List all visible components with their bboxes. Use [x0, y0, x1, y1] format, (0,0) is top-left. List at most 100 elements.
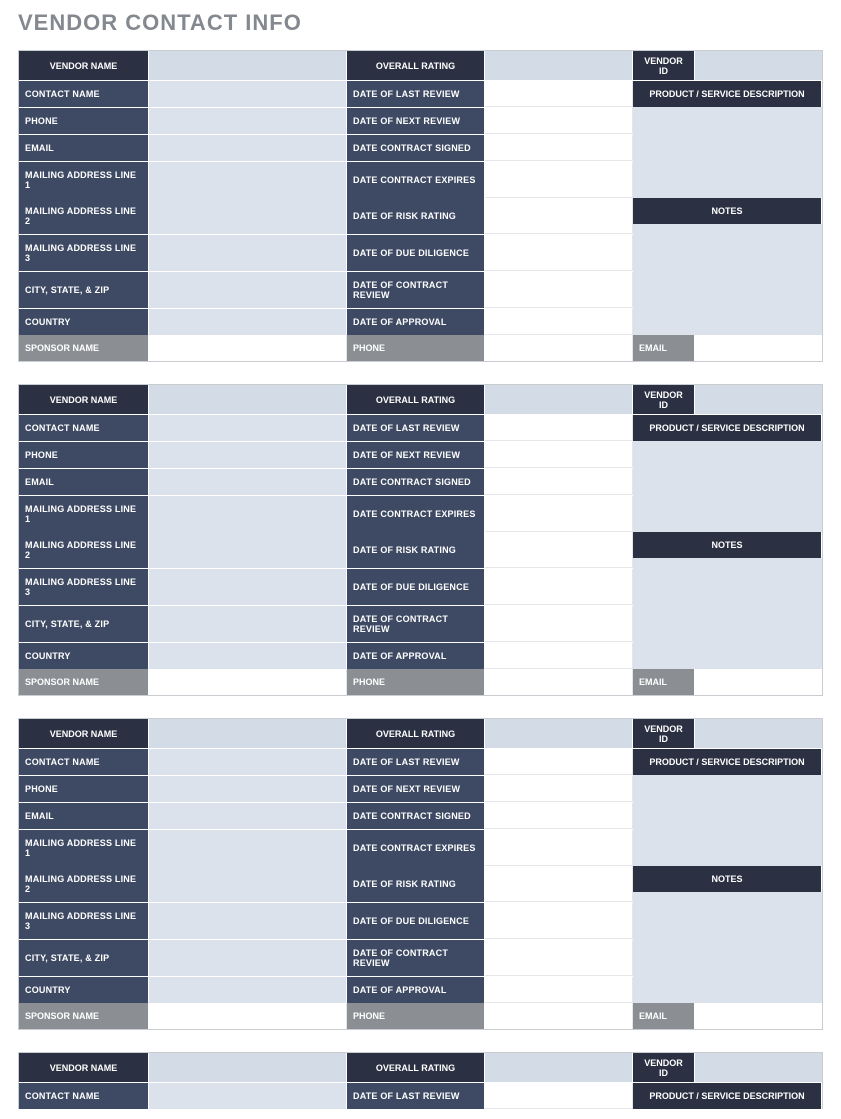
input-product-desc[interactable] — [633, 775, 822, 866]
input-date-last-review[interactable] — [485, 81, 633, 107]
input-mailing3[interactable] — [149, 235, 347, 271]
input-date-risk-rating[interactable] — [485, 866, 633, 902]
label-overall-rating: OVERALL RATING — [347, 1053, 485, 1082]
input-date-contract-signed[interactable] — [485, 803, 633, 829]
input-overall-rating[interactable] — [485, 719, 633, 748]
input-vendor-id[interactable] — [695, 385, 822, 414]
input-contact-name[interactable] — [149, 81, 347, 107]
input-sponsor-phone[interactable] — [485, 1003, 633, 1029]
input-vendor-name[interactable] — [149, 719, 347, 748]
label-email: EMAIL — [19, 135, 149, 161]
input-mailing2[interactable] — [149, 198, 347, 234]
label-date-contract-review: DATE OF CONTRACT REVIEW — [347, 272, 485, 308]
input-notes[interactable] — [633, 892, 822, 1003]
input-vendor-id[interactable] — [695, 719, 822, 748]
input-notes[interactable] — [633, 224, 822, 335]
input-email[interactable] — [149, 469, 347, 495]
label-date-contract-expires: DATE CONTRACT EXPIRES — [347, 830, 485, 866]
input-city-state-zip[interactable] — [149, 940, 347, 976]
input-mailing1[interactable] — [149, 496, 347, 532]
input-overall-rating[interactable] — [485, 51, 633, 80]
input-date-contract-signed[interactable] — [485, 135, 633, 161]
input-sponsor-phone[interactable] — [485, 335, 633, 361]
label-product-desc: PRODUCT / SERVICE DESCRIPTION — [633, 1083, 822, 1109]
label-mailing3: MAILING ADDRESS LINE 3 — [19, 235, 149, 271]
input-contact-name[interactable] — [149, 415, 347, 441]
input-mailing3[interactable] — [149, 569, 347, 605]
input-vendor-name[interactable] — [149, 385, 347, 414]
input-date-due-diligence[interactable] — [485, 235, 633, 271]
input-sponsor-email[interactable] — [695, 669, 822, 695]
label-vendor-id: VENDOR ID — [633, 1053, 695, 1082]
input-date-next-review[interactable] — [485, 108, 633, 134]
input-date-contract-expires[interactable] — [485, 162, 633, 198]
input-sponsor-phone[interactable] — [485, 669, 633, 695]
input-product-desc[interactable] — [633, 441, 822, 532]
vendor-block: VENDOR NAME OVERALL RATING VENDOR ID CON… — [18, 1052, 823, 1109]
input-vendor-id[interactable] — [695, 1053, 822, 1082]
input-date-contract-review[interactable] — [485, 272, 633, 308]
input-date-due-diligence[interactable] — [485, 903, 633, 939]
input-email[interactable] — [149, 803, 347, 829]
input-notes[interactable] — [633, 558, 822, 669]
label-phone: PHONE — [19, 442, 149, 468]
label-sponsor-email: EMAIL — [633, 335, 695, 361]
input-country[interactable] — [149, 643, 347, 669]
input-sponsor-email[interactable] — [695, 335, 822, 361]
input-date-last-review[interactable] — [485, 749, 633, 775]
input-mailing2[interactable] — [149, 532, 347, 568]
input-overall-rating[interactable] — [485, 385, 633, 414]
input-sponsor-email[interactable] — [695, 1003, 822, 1029]
input-date-contract-review[interactable] — [485, 940, 633, 976]
input-date-last-review[interactable] — [485, 415, 633, 441]
label-mailing2: MAILING ADDRESS LINE 2 — [19, 532, 149, 568]
input-date-contract-expires[interactable] — [485, 830, 633, 866]
label-mailing2: MAILING ADDRESS LINE 2 — [19, 866, 149, 902]
label-date-last-review: DATE OF LAST REVIEW — [347, 1083, 485, 1109]
input-country[interactable] — [149, 977, 347, 1003]
input-date-approval[interactable] — [485, 977, 633, 1003]
input-date-contract-review[interactable] — [485, 606, 633, 642]
input-date-contract-expires[interactable] — [485, 496, 633, 532]
input-phone[interactable] — [149, 442, 347, 468]
label-country: COUNTRY — [19, 309, 149, 335]
input-date-last-review[interactable] — [485, 1083, 633, 1109]
input-date-next-review[interactable] — [485, 776, 633, 802]
input-phone[interactable] — [149, 776, 347, 802]
vendor-header-row: VENDOR NAME OVERALL RATING VENDOR ID — [19, 385, 822, 415]
label-date-approval: DATE OF APPROVAL — [347, 309, 485, 335]
input-email[interactable] — [149, 135, 347, 161]
input-sponsor-name[interactable] — [149, 1003, 347, 1029]
input-contact-name[interactable] — [149, 749, 347, 775]
input-country[interactable] — [149, 309, 347, 335]
input-date-contract-signed[interactable] — [485, 469, 633, 495]
input-sponsor-name[interactable] — [149, 335, 347, 361]
label-date-next-review: DATE OF NEXT REVIEW — [347, 108, 485, 134]
input-date-next-review[interactable] — [485, 442, 633, 468]
input-product-desc[interactable] — [633, 107, 822, 198]
input-contact-name[interactable] — [149, 1083, 347, 1109]
input-sponsor-name[interactable] — [149, 669, 347, 695]
label-vendor-name: VENDOR NAME — [19, 51, 149, 80]
input-vendor-id[interactable] — [695, 51, 822, 80]
label-date-last-review: DATE OF LAST REVIEW — [347, 81, 485, 107]
input-mailing2[interactable] — [149, 866, 347, 902]
input-city-state-zip[interactable] — [149, 606, 347, 642]
input-overall-rating[interactable] — [485, 1053, 633, 1082]
input-date-risk-rating[interactable] — [485, 532, 633, 568]
input-mailing1[interactable] — [149, 162, 347, 198]
input-date-risk-rating[interactable] — [485, 198, 633, 234]
label-city-state-zip: CITY, STATE, & ZIP — [19, 606, 149, 642]
label-vendor-name: VENDOR NAME — [19, 1053, 149, 1082]
input-city-state-zip[interactable] — [149, 272, 347, 308]
input-date-due-diligence[interactable] — [485, 569, 633, 605]
input-date-approval[interactable] — [485, 643, 633, 669]
input-vendor-name[interactable] — [149, 51, 347, 80]
input-date-approval[interactable] — [485, 309, 633, 335]
input-mailing1[interactable] — [149, 830, 347, 866]
label-overall-rating: OVERALL RATING — [347, 51, 485, 80]
input-mailing3[interactable] — [149, 903, 347, 939]
label-product-desc: PRODUCT / SERVICE DESCRIPTION — [633, 749, 822, 775]
input-phone[interactable] — [149, 108, 347, 134]
input-vendor-name[interactable] — [149, 1053, 347, 1082]
